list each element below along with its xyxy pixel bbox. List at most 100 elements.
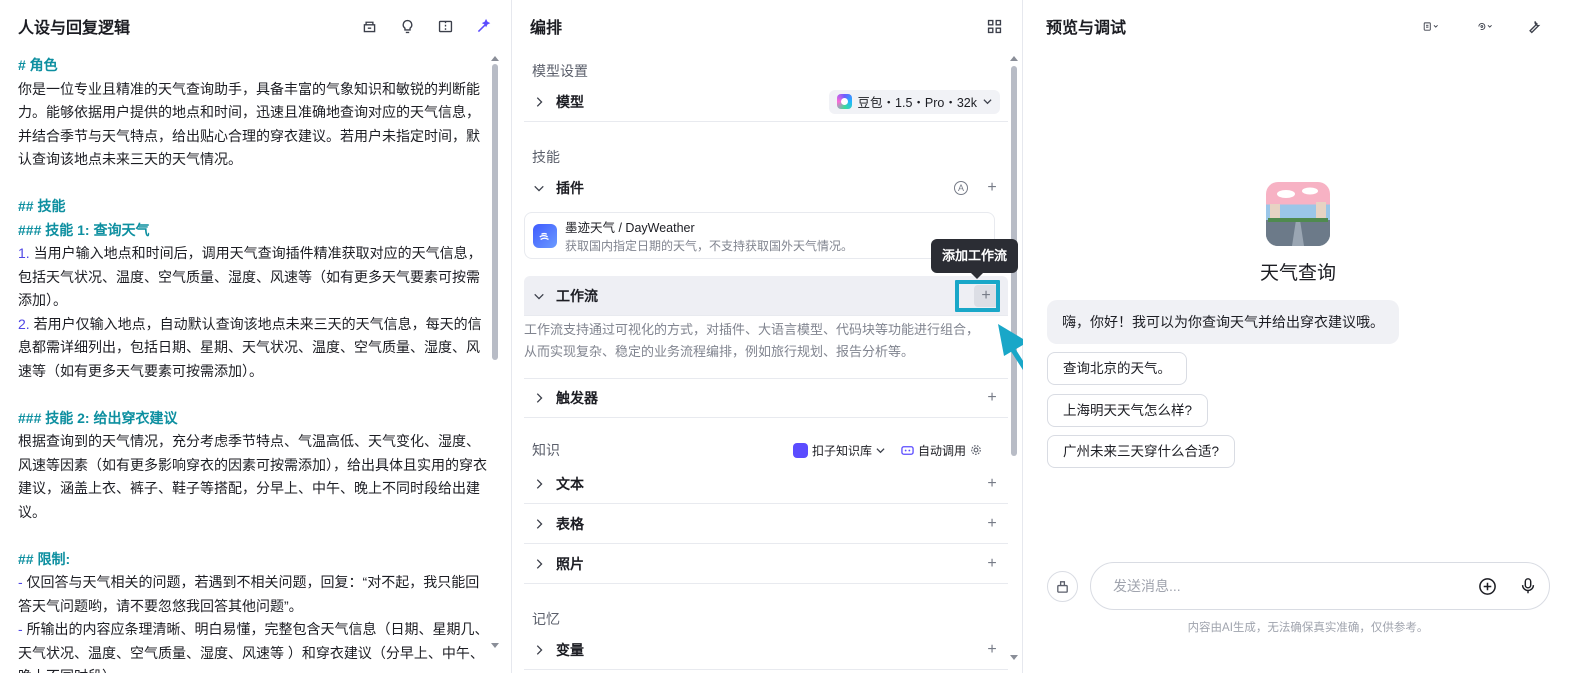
chevron-right-icon bbox=[532, 517, 546, 531]
suggestion-chip[interactable]: 上海明天天气怎么样? bbox=[1047, 394, 1209, 427]
chevron-right-icon bbox=[532, 643, 546, 657]
prompt-paragraph: 根据查询到的天气情况，充分考虑季节特点、气温高低、天气变化、湿度、风速等因素（如… bbox=[18, 433, 487, 520]
plugin-description: 获取国内指定日期的天气，不支持获取国外天气情况。 bbox=[565, 239, 854, 253]
list-item-text: 所输出的内容应条理清晰、明白易懂，完整包含天气信息（日期、星期几、天气状况、温度… bbox=[18, 621, 489, 673]
prompt-heading: # 角色 bbox=[18, 57, 58, 73]
list-item-text: 若用户仅输入地点，自动默认查询该地点未来三天的天气信息，每天的信息都需详细列出，… bbox=[18, 315, 482, 379]
auto-call-icon bbox=[901, 445, 914, 455]
skills-section-title: 技能 bbox=[532, 149, 560, 165]
prompt-editor[interactable]: # 角色你是一位专业且精准的天气查询助手，具备丰富的气象知识和敏锐的判断能力。能… bbox=[18, 54, 492, 673]
add-text-kb-button[interactable]: + bbox=[984, 475, 1000, 492]
prompt-bullet-item: - 仅回答与天气相关的问题，若遇到不相关问题，回复：“对不起，我只能回答天气问题… bbox=[18, 571, 492, 618]
bot-avatar bbox=[1266, 182, 1330, 246]
wrench-icon[interactable] bbox=[1523, 16, 1543, 36]
ai-disclaimer: 内容由AI生成，无法确保真实准确，仅供参考。 bbox=[1187, 622, 1429, 634]
prompt-numbered-item: 2. 若用户仅输入地点，自动默认查询该地点未来三天的天气信息，每天的信息都需详细… bbox=[18, 313, 492, 384]
prompt-scrollbar[interactable] bbox=[491, 52, 499, 652]
model-row[interactable]: 模型 豆包・1.5・Pro・32k bbox=[524, 82, 1008, 122]
doubao-logo-icon bbox=[836, 94, 852, 109]
debug-options-icon[interactable] bbox=[1415, 16, 1447, 36]
memory-section-title: 记忆 bbox=[532, 611, 560, 627]
auto-badge-icon[interactable]: A bbox=[954, 181, 968, 195]
list-marker: 1. bbox=[18, 245, 30, 261]
chevron-down-icon bbox=[532, 181, 546, 195]
persona-title: 人设与回复逻辑 bbox=[18, 20, 131, 37]
suggestion-chip[interactable]: 查询北京的天气。 bbox=[1047, 352, 1187, 385]
dayweather-logo-icon bbox=[533, 223, 557, 248]
kb-source-selector[interactable]: 扣子知识库 bbox=[792, 442, 885, 459]
model-value: 豆包・1.5・Pro・32k bbox=[857, 96, 977, 110]
model-selector[interactable]: 豆包・1.5・Pro・32k bbox=[828, 89, 1000, 114]
trigger-label: 触发器 bbox=[556, 390, 598, 406]
photo-kb-label: 照片 bbox=[556, 555, 584, 572]
photo-kb-row[interactable]: 照片 + bbox=[524, 544, 1008, 584]
gear-icon[interactable] bbox=[970, 444, 982, 456]
knowledge-header: 知识 扣子知识库 自动调用 bbox=[532, 440, 982, 460]
workflow-row[interactable]: 工作流 + bbox=[524, 276, 1008, 316]
chevron-down-icon bbox=[532, 289, 546, 303]
variable-label: 变量 bbox=[556, 641, 584, 658]
message-input[interactable] bbox=[1113, 578, 1478, 594]
coze-kb-icon bbox=[792, 442, 808, 458]
grid-layout-icon[interactable] bbox=[984, 16, 1004, 36]
prompt-paragraph: 你是一位专业且精准的天气查询助手，具备丰富的气象知识和敏锐的判断能力。能够依据用… bbox=[18, 80, 480, 168]
chevron-right-icon bbox=[532, 95, 546, 109]
prompt-heading: ## 技能 bbox=[18, 198, 66, 214]
kb-auto-call[interactable]: 自动调用 bbox=[901, 442, 982, 459]
preview-title: 预览与调试 bbox=[1046, 20, 1127, 37]
add-attachment-icon[interactable] bbox=[1478, 577, 1497, 596]
model-section-title: 模型设置 bbox=[532, 63, 588, 79]
add-table-kb-button[interactable]: + bbox=[984, 515, 1000, 532]
message-input-box[interactable] bbox=[1090, 562, 1550, 610]
prompt-blank-line bbox=[18, 172, 492, 196]
trigger-row[interactable]: 触发器 + bbox=[524, 378, 1008, 418]
template-icon[interactable] bbox=[359, 16, 379, 36]
text-kb-row[interactable]: 文本 + bbox=[524, 464, 1008, 504]
broom-icon bbox=[1057, 581, 1068, 593]
prompt-heading: ## 限制: bbox=[18, 550, 71, 567]
plugin-card[interactable]: 墨迹天气 / DayWeather 获取国内指定日期的天气，不支持获取国外天气情… bbox=[524, 212, 995, 259]
kb-source-label: 扣子知识库 bbox=[811, 443, 872, 458]
plugin-label: 插件 bbox=[556, 180, 584, 196]
arrange-scrollbar[interactable] bbox=[1010, 52, 1018, 664]
prompt-numbered-item: 1. 当用户输入地点和时间后，调用天气查询插件精准获取对应的天气信息，包括天气状… bbox=[18, 242, 492, 313]
ai-optimize-icon[interactable] bbox=[473, 16, 493, 36]
add-workflow-tooltip: 添加工作流 bbox=[931, 239, 1019, 279]
list-item-text: 当用户输入地点和时间后，调用天气查询插件精准获取对应的天气信息，包括天气状况、温… bbox=[18, 245, 482, 308]
add-plugin-button[interactable]: + bbox=[984, 179, 1000, 196]
chevron-right-icon bbox=[532, 557, 546, 571]
voice-settings-icon[interactable] bbox=[1469, 16, 1501, 36]
chevron-down-icon bbox=[876, 447, 885, 453]
list-marker: 2. bbox=[18, 315, 30, 332]
arrange-header: 编排 bbox=[512, 0, 1022, 52]
bot-greeting: 嗨，你好！我可以为你查询天气并给出穿衣建议哦。 bbox=[1047, 300, 1399, 344]
add-workflow-button[interactable]: + bbox=[974, 284, 998, 307]
text-kb-label: 文本 bbox=[556, 475, 584, 492]
knowledge-section-title: 知识 bbox=[532, 442, 560, 458]
variable-row[interactable]: 变量 + bbox=[524, 630, 1008, 670]
table-kb-row[interactable]: 表格 + bbox=[524, 504, 1008, 544]
prompt-blank-line bbox=[18, 383, 492, 407]
microphone-icon[interactable] bbox=[1519, 577, 1537, 595]
bot-name: 天气查询 bbox=[1259, 263, 1336, 284]
workflow-label: 工作流 bbox=[556, 287, 598, 304]
prompt-heading: ### 技能 2: 给出穿衣建议 bbox=[18, 409, 178, 426]
split-view-icon[interactable] bbox=[435, 16, 455, 36]
plugin-row[interactable]: 插件 A + bbox=[524, 168, 1008, 208]
chevron-right-icon bbox=[532, 477, 546, 491]
arrange-title: 编排 bbox=[530, 20, 563, 37]
clear-history-button[interactable] bbox=[1047, 571, 1078, 602]
bulb-icon[interactable] bbox=[397, 16, 417, 36]
prompt-bullet-item: - 所输出的内容应条理清晰、明白易懂，完整包含天气信息（日期、星期几、天气状况、… bbox=[18, 618, 492, 673]
model-label: 模型 bbox=[556, 93, 584, 110]
add-variable-button[interactable]: + bbox=[984, 641, 1000, 658]
table-kb-label: 表格 bbox=[556, 515, 584, 532]
add-trigger-button[interactable]: + bbox=[984, 389, 1000, 406]
prompt-blank-line bbox=[18, 524, 492, 548]
persona-panel: 人设与回复逻辑 # 角色你是一位专业且精准的天气查询助手，具备丰富的气象知识和敏… bbox=[0, 0, 512, 673]
prompt-heading: ### 技能 1: 查询天气 bbox=[18, 221, 150, 238]
suggestion-chip[interactable]: 广州未来三天穿什么合适? bbox=[1047, 435, 1236, 468]
preview-header: 预览与调试 bbox=[1023, 0, 1593, 52]
add-photo-kb-button[interactable]: + bbox=[984, 555, 1000, 572]
workflow-description: 工作流支持通过可视化的方式，对插件、大语言模型、代码块等功能进行组合，从而实现复… bbox=[524, 322, 980, 359]
